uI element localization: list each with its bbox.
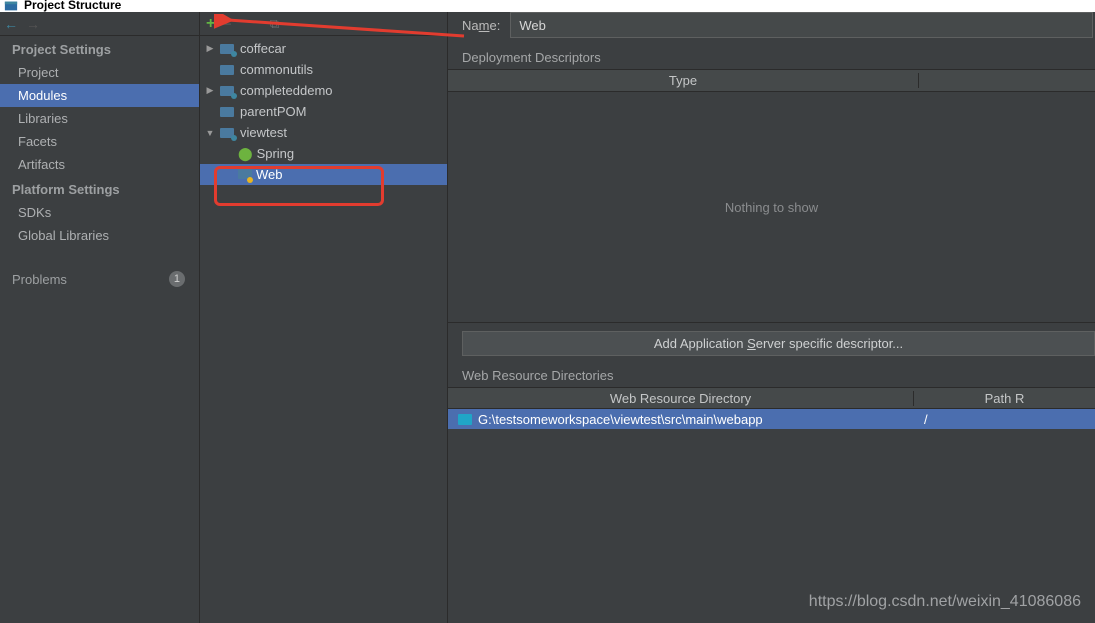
sidebar-toolbar: ← →: [0, 12, 199, 36]
blank-column-header: [919, 73, 1095, 88]
spring-icon: ⬤: [238, 146, 253, 162]
name-row: Name:: [448, 12, 1095, 48]
module-folder-icon: [220, 84, 236, 98]
web-resource-dirs-label: Web Resource Directories: [448, 366, 1095, 387]
sidebar-item-global-libraries[interactable]: Global Libraries: [0, 224, 199, 247]
back-icon[interactable]: ←: [4, 16, 18, 32]
web-resource-dirs-table: Web Resource Directory Path R G:\testsom…: [448, 387, 1095, 429]
module-tree-panel: + − ⧉ ▶ coffecar ▶ commonutils ▶ complet…: [200, 12, 448, 623]
table-header: Type: [448, 70, 1095, 92]
sidebar-item-facets[interactable]: Facets: [0, 130, 199, 153]
sidebar-item-sdks[interactable]: SDKs: [0, 201, 199, 224]
settings-sidebar: ← → Project Settings Project Modules Lib…: [0, 12, 200, 623]
tree-item-parentpom[interactable]: ▶ parentPOM: [200, 101, 447, 122]
tree-label: Spring: [257, 146, 295, 161]
sidebar-item-libraries[interactable]: Libraries: [0, 107, 199, 130]
name-label: Name:: [462, 18, 500, 33]
remove-icon[interactable]: −: [221, 15, 232, 33]
sidebar-item-problems[interactable]: Problems 1: [0, 265, 199, 291]
forward-icon[interactable]: →: [26, 16, 40, 32]
type-column-header[interactable]: Type: [448, 73, 919, 88]
module-tree: ▶ coffecar ▶ commonutils ▶ completeddemo…: [200, 36, 447, 185]
path-relative-cell: /: [914, 412, 1095, 427]
expand-icon[interactable]: ▶: [204, 43, 216, 54]
problems-label: Problems: [12, 272, 67, 287]
tree-toolbar: + − ⧉: [200, 12, 447, 36]
facet-name-input[interactable]: [510, 12, 1093, 38]
nothing-to-show-label: Nothing to show: [725, 200, 818, 215]
tree-label: commonutils: [240, 62, 313, 77]
tree-item-coffecar[interactable]: ▶ coffecar: [200, 38, 447, 59]
app-icon: [4, 0, 18, 13]
window-title: Project Structure: [24, 0, 121, 12]
tree-item-viewtest[interactable]: ▼ viewtest: [200, 122, 447, 143]
title-bar: Project Structure: [0, 0, 1095, 12]
empty-table-body: Nothing to show: [448, 92, 1095, 322]
tree-label: viewtest: [240, 125, 287, 140]
deployment-descriptors-table: Type Nothing to show: [448, 69, 1095, 323]
tree-label: Web: [256, 167, 283, 182]
problems-count-badge: 1: [169, 271, 185, 287]
table-header: Web Resource Directory Path R: [448, 387, 1095, 409]
tree-item-web[interactable]: Web: [200, 164, 447, 185]
tree-label: completeddemo: [240, 83, 333, 98]
directory-icon: [458, 414, 472, 425]
project-settings-header: Project Settings: [0, 36, 199, 61]
module-folder-icon: [220, 42, 236, 56]
module-folder-icon: [220, 105, 236, 119]
expand-icon[interactable]: ▶: [204, 85, 216, 96]
sidebar-item-project[interactable]: Project: [0, 61, 199, 84]
deployment-descriptors-label: Deployment Descriptors: [448, 48, 1095, 69]
detail-panel: Name: Deployment Descriptors Type Nothin…: [448, 12, 1095, 623]
tree-label: coffecar: [240, 41, 286, 56]
watermark-text: https://blog.csdn.net/weixin_41086086: [809, 593, 1081, 611]
sidebar-item-modules[interactable]: Modules: [0, 84, 199, 107]
module-folder-icon: [220, 63, 236, 77]
web-resource-dir-column-header[interactable]: Web Resource Directory: [448, 391, 914, 406]
path-column-header[interactable]: Path R: [914, 391, 1095, 406]
tree-item-commonutils[interactable]: ▶ commonutils: [200, 59, 447, 80]
copy-icon[interactable]: ⧉: [270, 16, 279, 32]
tree-item-completeddemo[interactable]: ▶ completeddemo: [200, 80, 447, 101]
collapse-icon[interactable]: ▼: [204, 128, 216, 138]
module-folder-icon: [220, 126, 236, 140]
sidebar-item-artifacts[interactable]: Artifacts: [0, 153, 199, 176]
table-row[interactable]: G:\testsomeworkspace\viewtest\src\main\w…: [448, 409, 1095, 429]
add-app-server-descriptor-button[interactable]: Add Application Server specific descript…: [462, 331, 1095, 356]
platform-settings-header: Platform Settings: [0, 176, 199, 201]
tree-item-spring[interactable]: ⬤ Spring: [200, 143, 447, 164]
web-facet-icon: [238, 169, 252, 181]
add-icon[interactable]: +: [206, 16, 215, 32]
web-resource-path-cell: G:\testsomeworkspace\viewtest\src\main\w…: [478, 412, 763, 427]
tree-label: parentPOM: [240, 104, 306, 119]
